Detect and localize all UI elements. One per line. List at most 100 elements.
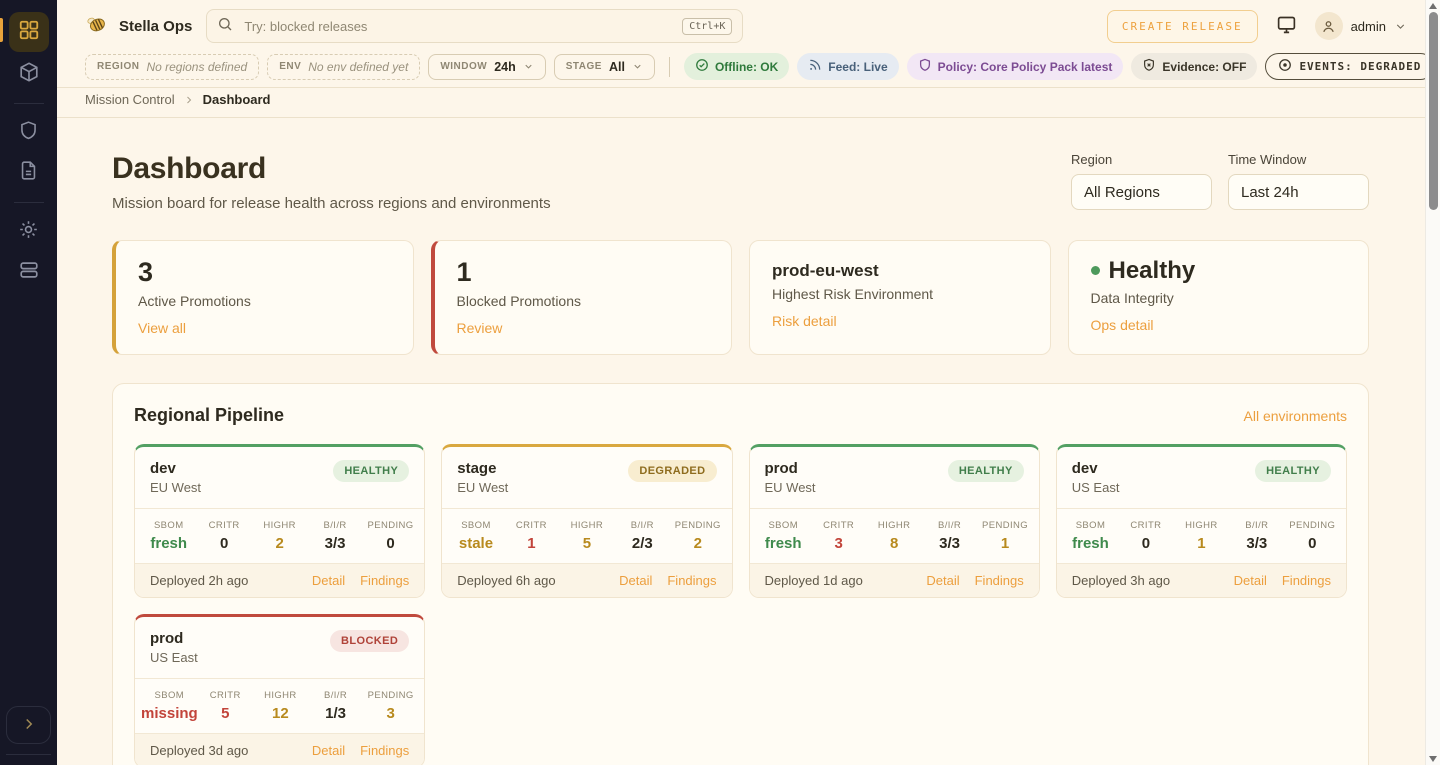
sidebar-item-infrastructure[interactable] [9, 254, 49, 290]
findings-link[interactable]: Findings [975, 573, 1024, 588]
server-icon [18, 259, 40, 286]
findings-link[interactable]: Findings [360, 573, 409, 588]
detail-link[interactable]: Detail [1234, 573, 1267, 588]
pipeline-card: dev US East HEALTHY SBOMfresh CRITR0 HIG… [1056, 444, 1347, 598]
monitor-button[interactable] [1276, 14, 1297, 38]
environment-name: prod [150, 630, 198, 647]
global-search[interactable]: Ctrl+K [206, 9, 743, 43]
stat-label: CRITR [1118, 520, 1173, 531]
breadcrumb-separator-icon [183, 94, 195, 106]
highest-risk-card: prod-eu-west Highest Risk Environment Ri… [749, 240, 1051, 355]
detail-link[interactable]: Detail [619, 573, 652, 588]
findings-link[interactable]: Findings [667, 573, 716, 588]
stat-label: SBOM [1063, 520, 1118, 531]
keyboard-shortcut-badge: Ctrl+K [682, 18, 732, 35]
stat-label: B/I/R [615, 520, 670, 531]
search-icon [217, 16, 233, 37]
stat-label: SBOM [448, 520, 503, 531]
stage-pill-label: STAGE [566, 61, 602, 72]
stat-value: 1 [977, 535, 1032, 552]
window-pill-value: 24h [494, 60, 516, 74]
sidebar-item-releases[interactable] [9, 56, 49, 92]
stat-label: PENDING [977, 520, 1032, 531]
scrollbar-down-arrow[interactable] [1429, 756, 1437, 762]
active-promotions-label: Active Promotions [138, 293, 391, 309]
bee-logo [85, 12, 109, 40]
stat-label: CRITR [504, 520, 559, 531]
sidebar-collapse-button[interactable] [6, 706, 51, 744]
data-integrity-value: Healthy [1109, 257, 1196, 284]
create-release-button[interactable]: CREATE RELEASE [1107, 10, 1258, 43]
risk-detail-link[interactable]: Risk detail [772, 313, 837, 329]
stats-row: SBOMfresh CRITR0 HIGHR2 B/I/R3/3 PENDING… [135, 508, 424, 564]
top-header: Stella Ops Ctrl+K CREATE RELEASE [57, 0, 1425, 52]
pipeline-card: stage EU West DEGRADED SBOMstale CRITR1 … [441, 444, 732, 598]
stat-value: 1 [504, 535, 559, 552]
review-link[interactable]: Review [457, 320, 503, 336]
package-icon [18, 61, 40, 88]
circle-dot-icon [1278, 58, 1292, 75]
findings-link[interactable]: Findings [1282, 573, 1331, 588]
sidebar-item-documents[interactable] [9, 155, 49, 191]
breadcrumb-parent[interactable]: Mission Control [85, 92, 175, 107]
events-label: EVENTS: DEGRADED [1299, 60, 1421, 73]
region-select-label: Region [1071, 152, 1212, 167]
window-dropdown[interactable]: WINDOW 24h [428, 54, 545, 80]
time-window-select[interactable]: Last 24h [1228, 174, 1369, 210]
events-status-button[interactable]: EVENTS: DEGRADED [1265, 53, 1434, 80]
stats-row: SBOMfresh CRITR3 HIGHR8 B/I/R3/3 PENDING… [750, 508, 1039, 564]
app-root: Stella Ops Ctrl+K CREATE RELEASE [0, 0, 1440, 765]
stage-dropdown[interactable]: STAGE All [554, 54, 655, 80]
user-menu[interactable]: admin [1315, 12, 1407, 40]
sidebar-item-settings[interactable] [9, 214, 49, 250]
document-icon [18, 160, 39, 186]
page-filters: Region All Regions Time Window Last 24h [1071, 152, 1369, 210]
region-pill-label: REGION [97, 61, 139, 72]
stat-value: missing [141, 705, 198, 722]
stat-label: HIGHR [1174, 520, 1229, 531]
detail-link[interactable]: Detail [312, 743, 345, 758]
stat-value: fresh [756, 535, 811, 552]
sidebar-item-dashboard[interactable] [9, 12, 49, 52]
environment-region: US East [150, 650, 198, 665]
pipeline-card: dev EU West HEALTHY SBOMfresh CRITR0 HIG… [134, 444, 425, 598]
avatar [1315, 12, 1343, 40]
stat-label: HIGHR [866, 520, 921, 531]
stat-value: fresh [141, 535, 196, 552]
all-environments-link[interactable]: All environments [1244, 408, 1348, 424]
deployed-timestamp: Deployed 3d ago [150, 743, 248, 758]
stat-value: fresh [1063, 535, 1118, 552]
sidebar-item-security[interactable] [9, 115, 49, 151]
detail-link[interactable]: Detail [926, 573, 959, 588]
regional-pipeline-panel: Regional Pipeline All environments dev E… [112, 383, 1369, 765]
ops-detail-link[interactable]: Ops detail [1091, 317, 1154, 333]
search-input[interactable] [242, 18, 673, 35]
time-window-select-label: Time Window [1228, 152, 1369, 167]
environment-region: EU West [457, 480, 508, 495]
scrollbar-up-arrow[interactable] [1429, 3, 1437, 9]
detail-link[interactable]: Detail [312, 573, 345, 588]
environment-name: stage [457, 460, 508, 477]
status-badge: BLOCKED [330, 630, 409, 652]
status-badge: DEGRADED [628, 460, 716, 482]
scrollbar[interactable] [1425, 0, 1440, 765]
environment-region: EU West [765, 480, 816, 495]
chevron-down-icon [632, 61, 643, 72]
environment-region: US East [1072, 480, 1120, 495]
highest-risk-label: Highest Risk Environment [772, 286, 1028, 302]
stat-label: B/I/R [922, 520, 977, 531]
region-select[interactable]: All Regions [1071, 174, 1212, 210]
data-integrity-card: Healthy Data Integrity Ops detail [1068, 240, 1370, 355]
blocked-promotions-label: Blocked Promotions [457, 293, 710, 309]
stat-value: 3/3 [922, 535, 977, 552]
stat-value: 2 [252, 535, 307, 552]
findings-link[interactable]: Findings [360, 743, 409, 758]
offline-status-chip: Offline: OK [684, 53, 789, 80]
username: admin [1351, 19, 1386, 34]
stat-value: stale [448, 535, 503, 552]
view-all-link[interactable]: View all [138, 320, 186, 336]
scrollbar-thumb[interactable] [1429, 12, 1438, 210]
status-badge: HEALTHY [333, 460, 409, 482]
active-promotions-card: 3 Active Promotions View all [112, 240, 414, 355]
deployed-timestamp: Deployed 6h ago [457, 573, 555, 588]
